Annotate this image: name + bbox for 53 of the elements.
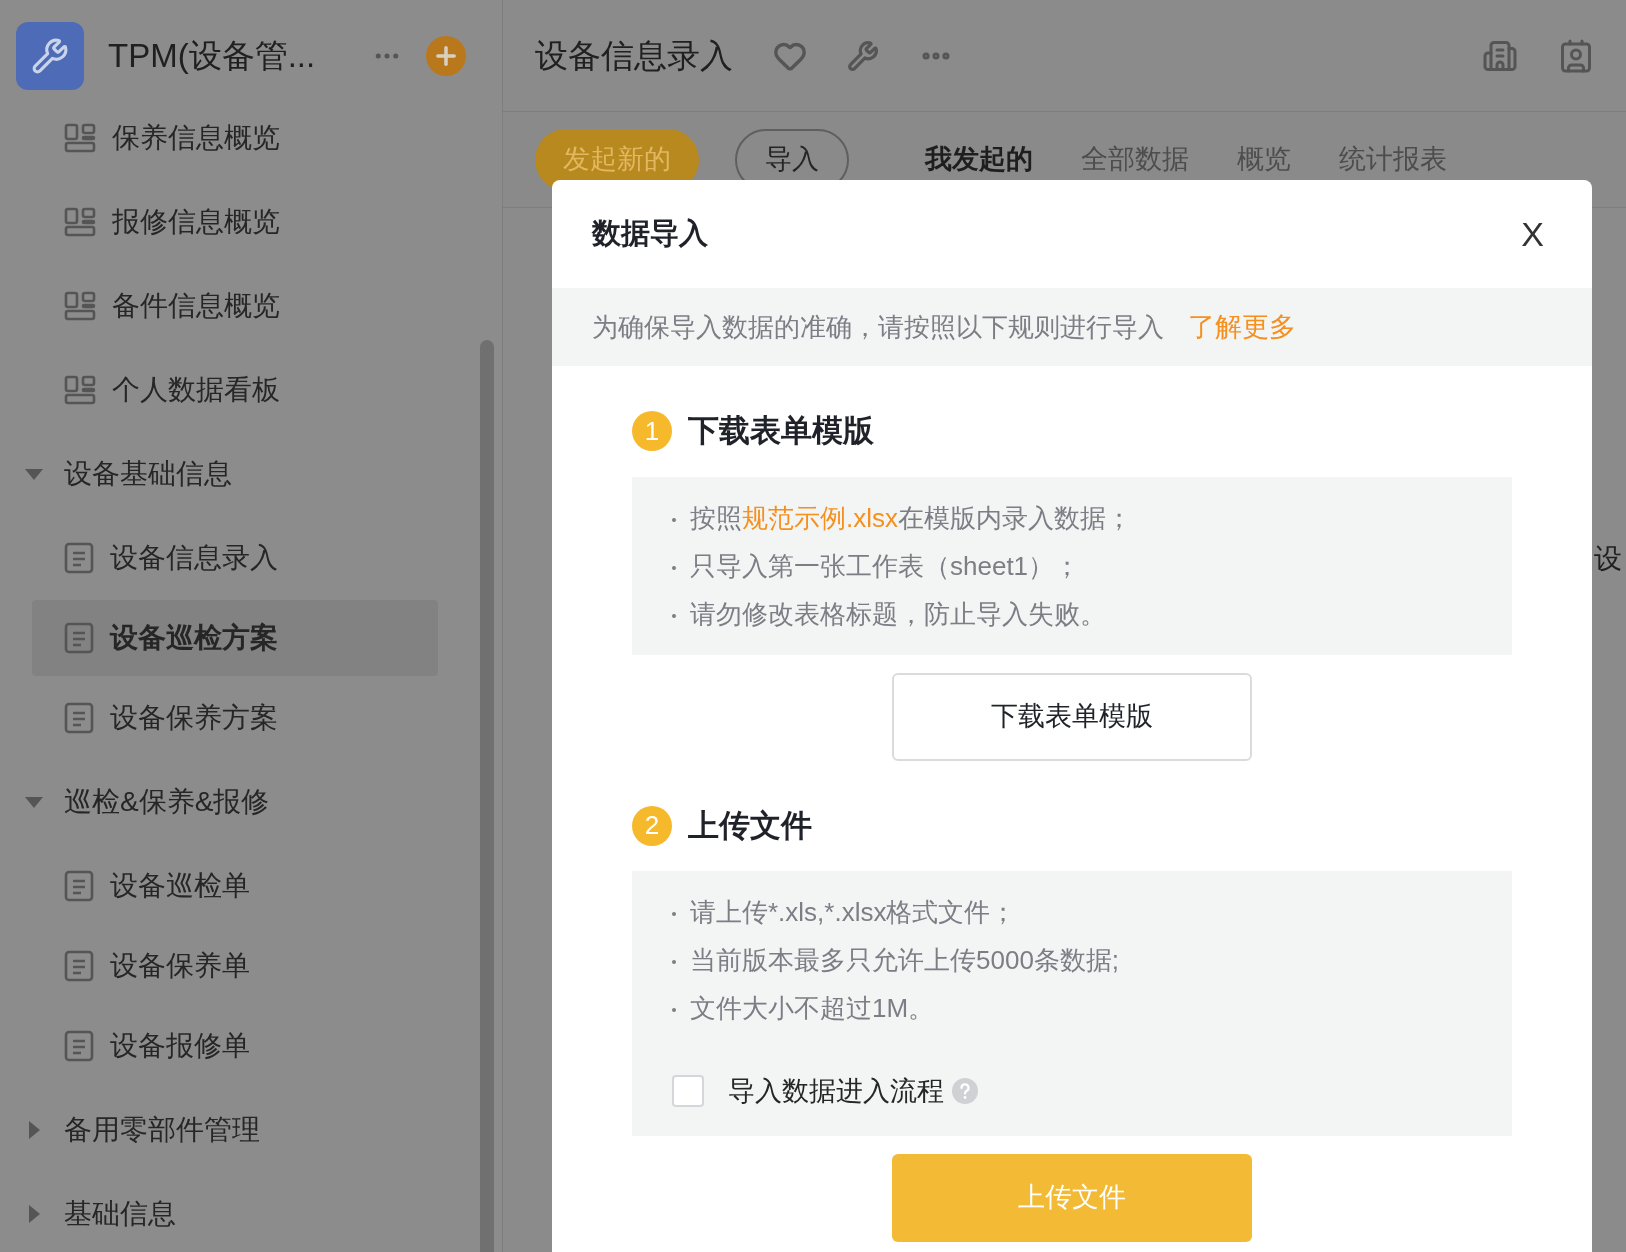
partial-text: 设 <box>1594 542 1623 576</box>
form-icon <box>64 1030 94 1062</box>
dashboard-icon <box>64 291 96 321</box>
sidebar-item[interactable]: 设备信息录入 <box>32 520 438 596</box>
sidebar-item[interactable]: 报修信息概览 <box>32 184 438 260</box>
form-icon <box>64 870 94 902</box>
rule-text: 请勿修改表格标题，防止导入失败。 <box>672 596 1472 631</box>
help-icon[interactable] <box>952 1078 978 1105</box>
app-logo <box>16 22 84 90</box>
sidebar-group[interactable]: 备用零部件管理 <box>0 1088 470 1172</box>
dashboard-icon <box>64 375 96 405</box>
step-title: 下载表单模版 <box>688 412 874 450</box>
form-icon <box>64 702 94 734</box>
rule-text: 当前版本最多只允许上传5000条数据; <box>672 943 1472 977</box>
dashboard-icon <box>64 123 96 153</box>
form-icon <box>64 622 94 654</box>
sidebar-item[interactable]: 个人数据看板 <box>32 352 438 428</box>
sidebar-group[interactable]: 基础信息 <box>0 1172 470 1252</box>
rule-text: 按照规范示例.xlsx在模版内录入数据； <box>672 500 1472 535</box>
rule-text: 文件大小不超过1M。 <box>672 991 1472 1025</box>
close-button[interactable]: X <box>1513 208 1552 260</box>
rule-text: 只导入第一张工作表（sheet1）； <box>672 548 1472 583</box>
sidebar-item[interactable]: 设备保养方案 <box>32 680 438 756</box>
checkbox-label: 导入数据进入流程 <box>728 1075 944 1108</box>
dashboard-icon <box>64 207 96 237</box>
download-template-button[interactable]: 下载表单模版 <box>892 672 1252 761</box>
step-title: 上传文件 <box>688 806 812 845</box>
form-icon <box>64 950 94 982</box>
tab[interactable]: 全部数据 <box>1081 139 1189 180</box>
wrench-icon[interactable] <box>847 39 879 72</box>
sidebar-group[interactable]: 巡检&保养&报修 <box>0 760 470 844</box>
tab[interactable]: 概览 <box>1237 139 1291 180</box>
sidebar-item[interactable]: 设备报修单 <box>32 1008 438 1084</box>
add-button[interactable] <box>426 36 466 76</box>
page-title: 设备信息录入 <box>535 35 733 76</box>
sidebar-item[interactable]: 备件信息概览 <box>32 268 438 344</box>
tab[interactable]: 统计报表 <box>1339 139 1447 180</box>
sidebar-item[interactable]: 保养信息概览 <box>32 100 438 176</box>
sidebar-group[interactable]: 设备基础信息 <box>0 432 470 516</box>
dialog-title: 数据导入 <box>592 216 708 252</box>
step-number: 2 <box>632 805 672 846</box>
app-title: TPM(设备管... <box>108 36 317 77</box>
contact-icon[interactable] <box>1558 37 1594 74</box>
rule-text: 请上传*.xls,*.xlsx格式文件； <box>672 895 1472 929</box>
sidebar-item[interactable]: 设备巡检单 <box>32 848 438 924</box>
step-number: 1 <box>632 411 672 452</box>
tab[interactable]: 我发起的 <box>925 139 1033 180</box>
sidebar-item[interactable]: 设备巡检方案 <box>32 600 438 676</box>
notice-text: 为确保导入数据的准确，请按照以下规则进行导入 <box>592 310 1164 344</box>
checkbox[interactable] <box>672 1075 704 1108</box>
scrollbar[interactable] <box>480 340 494 1252</box>
form-icon <box>64 542 94 574</box>
sidebar-item[interactable]: 设备保养单 <box>32 928 438 1004</box>
